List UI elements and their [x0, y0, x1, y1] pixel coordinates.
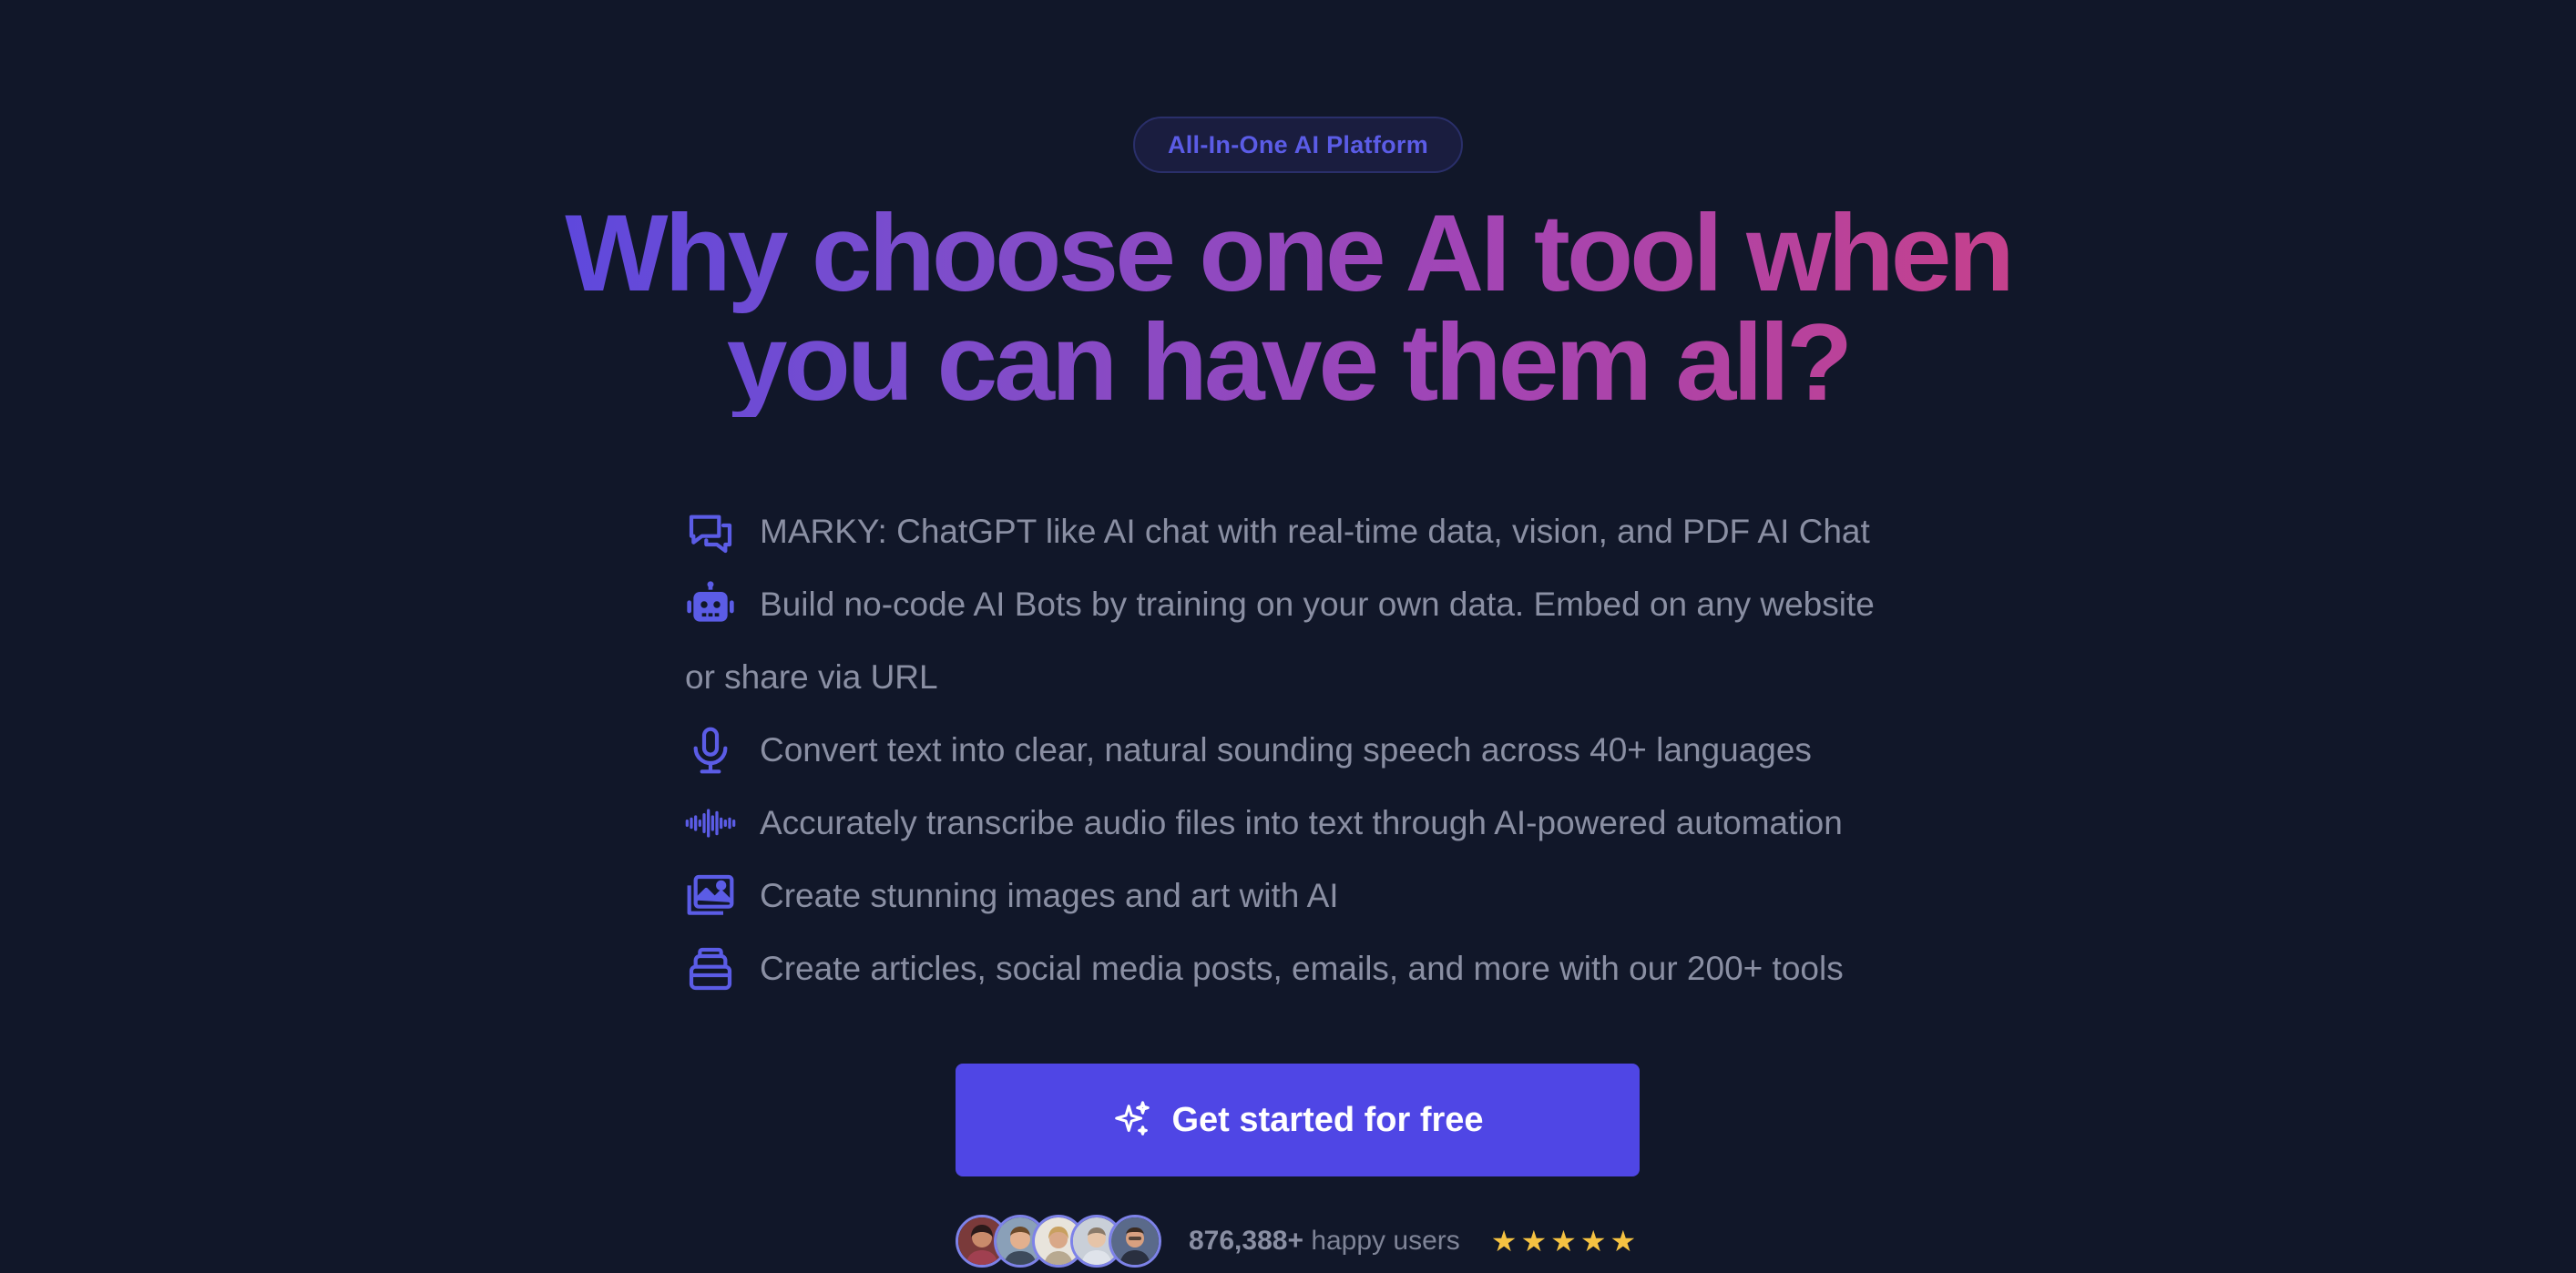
feature-text: Create articles, social media posts, ema…	[760, 950, 1844, 987]
feature-item-transcribe: Accurately transcribe audio files into t…	[685, 787, 1906, 860]
avatar	[1109, 1215, 1161, 1268]
feature-text: MARKY: ChatGPT like AI chat with real-ti…	[760, 513, 1870, 550]
landing-hero: All-In-One AI Platform Why choose one AI…	[0, 0, 2576, 1273]
feature-text: Create stunning images and art with AI	[760, 877, 1339, 914]
social-proof: 876,388+ happy users ★ ★ ★ ★ ★	[956, 1211, 1636, 1271]
star-icon: ★	[1579, 1225, 1607, 1258]
star-icon: ★	[1610, 1225, 1637, 1258]
hero-headline: Why choose one AI tool when you can have…	[377, 199, 2199, 417]
feature-item-chat: MARKY: ChatGPT like AI chat with real-ti…	[685, 495, 1906, 568]
feature-item-bots: Build no-code AI Bots by training on you…	[685, 568, 1906, 714]
robot-icon	[685, 568, 740, 641]
star-icon: ★	[1520, 1225, 1548, 1258]
star-icon: ★	[1550, 1225, 1577, 1258]
get-started-label: Get started for free	[1171, 1100, 1484, 1139]
platform-badge: All-In-One AI Platform	[1133, 117, 1463, 173]
chat-bubbles-icon	[685, 495, 740, 568]
feature-item-tools: Create articles, social media posts, ema…	[685, 932, 1906, 1005]
waveform-icon	[685, 787, 740, 860]
rating-stars: ★ ★ ★ ★ ★	[1491, 1227, 1636, 1256]
microphone-icon	[685, 714, 740, 787]
stack-icon	[685, 932, 740, 1005]
get-started-button[interactable]: Get started for free	[956, 1064, 1640, 1176]
image-gallery-icon	[685, 860, 740, 932]
star-icon: ★	[1490, 1225, 1518, 1258]
headline-line-2: you can have them all?	[726, 301, 1850, 423]
avatar-group	[956, 1215, 1161, 1268]
user-count-label: happy users	[1311, 1226, 1460, 1256]
feature-text: Convert text into clear, natural soundin…	[760, 731, 1812, 769]
feature-text: Build no-code AI Bots by training on you…	[685, 586, 1875, 696]
sparkles-icon	[1111, 1099, 1153, 1141]
feature-item-speech: Convert text into clear, natural soundin…	[685, 714, 1906, 787]
headline-line-1: Why choose one AI tool when	[565, 192, 2011, 314]
user-count: 876,388+	[1189, 1226, 1303, 1256]
feature-item-images: Create stunning images and art with AI	[685, 860, 1906, 932]
feature-text: Accurately transcribe audio files into t…	[760, 804, 1843, 841]
happy-users-text: 876,388+ happy users	[1189, 1226, 1460, 1257]
feature-list: MARKY: ChatGPT like AI chat with real-ti…	[685, 495, 1906, 1005]
